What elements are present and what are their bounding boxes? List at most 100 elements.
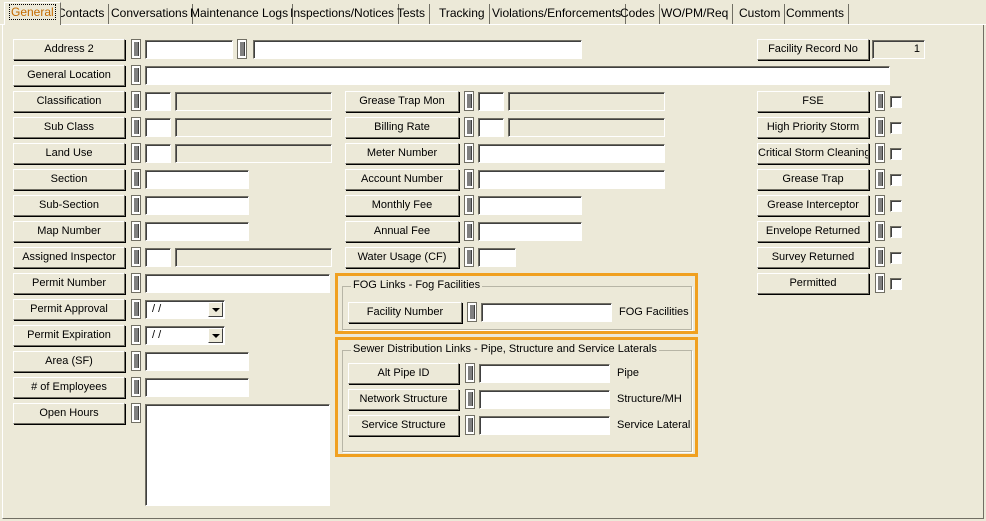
grip-icon[interactable]: [131, 169, 141, 189]
grip-icon[interactable]: [464, 221, 474, 241]
monthly-fee-button[interactable]: Monthly Fee: [345, 195, 459, 216]
permit-expiration-button[interactable]: Permit Expiration: [13, 325, 125, 346]
address2-button[interactable]: Address 2: [13, 39, 125, 60]
grip-icon[interactable]: [464, 169, 474, 189]
employees-field[interactable]: [145, 378, 249, 397]
grip-icon[interactable]: [465, 363, 475, 383]
grip-icon[interactable]: [131, 117, 141, 137]
network-structure-field[interactable]: [479, 390, 610, 409]
grip-icon[interactable]: [131, 273, 141, 293]
grease-trap-mon-code-field[interactable]: [478, 92, 504, 111]
grip-icon[interactable]: [131, 377, 141, 397]
grip-icon[interactable]: [131, 351, 141, 371]
employees-button[interactable]: # of Employees: [13, 377, 125, 398]
service-structure-field[interactable]: [479, 416, 610, 435]
assigned-inspector-button[interactable]: Assigned Inspector: [13, 247, 125, 268]
general-location-button[interactable]: General Location: [13, 65, 125, 86]
permitted-button[interactable]: Permitted: [757, 273, 869, 294]
open-hours-textarea[interactable]: [145, 404, 330, 506]
high-priority-storm-checkbox[interactable]: [890, 122, 902, 134]
assigned-inspector-code-field[interactable]: [145, 248, 171, 267]
grip-icon[interactable]: [875, 117, 885, 137]
grip-icon[interactable]: [131, 143, 141, 163]
account-number-button[interactable]: Account Number: [345, 169, 459, 190]
survey-returned-checkbox[interactable]: [890, 252, 902, 264]
sub-class-button[interactable]: Sub Class: [13, 117, 125, 138]
permitted-checkbox[interactable]: [890, 278, 902, 290]
tab-custom[interactable]: Custom: [735, 4, 786, 24]
grip-icon[interactable]: [875, 169, 885, 189]
tab-comments[interactable]: Comments: [782, 4, 850, 24]
address2-field-2[interactable]: [253, 40, 582, 59]
water-usage-button[interactable]: Water Usage (CF): [345, 247, 459, 268]
grip-icon[interactable]: [237, 39, 247, 59]
grip-icon[interactable]: [131, 221, 141, 241]
envelope-returned-checkbox[interactable]: [890, 226, 902, 238]
land-use-code-field[interactable]: [145, 144, 171, 163]
grip-icon[interactable]: [464, 143, 474, 163]
open-hours-button[interactable]: Open Hours: [13, 403, 125, 424]
grip-icon[interactable]: [875, 247, 885, 267]
tab-maintenance-logs[interactable]: Maintenance Logs: [186, 4, 294, 24]
dropdown-arrow-icon[interactable]: [208, 328, 223, 343]
grip-icon[interactable]: [131, 403, 141, 423]
grip-icon[interactable]: [465, 415, 475, 435]
fse-button[interactable]: FSE: [757, 91, 869, 112]
section-field[interactable]: [145, 170, 249, 189]
grease-trap-button[interactable]: Grease Trap: [757, 169, 869, 190]
tab-tracking[interactable]: Tracking: [435, 4, 490, 24]
tab-inspections-notices[interactable]: Inspections/Notices: [286, 4, 400, 24]
alt-pipe-id-button[interactable]: Alt Pipe ID: [348, 363, 459, 384]
permit-expiration-date[interactable]: / /: [145, 326, 225, 345]
classification-button[interactable]: Classification: [13, 91, 125, 112]
map-number-field[interactable]: [145, 222, 249, 241]
sub-section-field[interactable]: [145, 196, 249, 215]
grip-icon[interactable]: [131, 299, 141, 319]
billing-rate-code-field[interactable]: [478, 118, 504, 137]
high-priority-storm-button[interactable]: High Priority Storm: [757, 117, 869, 138]
grip-icon[interactable]: [875, 273, 885, 293]
grip-icon[interactable]: [464, 117, 474, 137]
network-structure-button[interactable]: Network Structure: [348, 389, 459, 410]
annual-fee-button[interactable]: Annual Fee: [345, 221, 459, 242]
meter-number-field[interactable]: [478, 144, 665, 163]
critical-storm-cleaning-button[interactable]: Critical Storm Cleaning: [757, 143, 869, 164]
grip-icon[interactable]: [875, 195, 885, 215]
grip-icon[interactable]: [467, 302, 477, 322]
section-button[interactable]: Section: [13, 169, 125, 190]
general-location-field[interactable]: [145, 66, 890, 85]
grip-icon[interactable]: [464, 91, 474, 111]
grip-icon[interactable]: [465, 389, 475, 409]
sub-class-code-field[interactable]: [145, 118, 171, 137]
grip-icon[interactable]: [464, 247, 474, 267]
critical-storm-cleaning-checkbox[interactable]: [890, 148, 902, 160]
tab-contacts[interactable]: Contacts: [53, 4, 110, 24]
grip-icon[interactable]: [131, 91, 141, 111]
facility-record-no-button[interactable]: Facility Record No: [757, 39, 869, 60]
permit-number-button[interactable]: Permit Number: [13, 273, 125, 294]
sub-section-button[interactable]: Sub-Section: [13, 195, 125, 216]
monthly-fee-field[interactable]: [478, 196, 582, 215]
billing-rate-button[interactable]: Billing Rate: [345, 117, 459, 138]
permit-approval-button[interactable]: Permit Approval: [13, 299, 125, 320]
tab-tests[interactable]: Tests: [393, 4, 431, 24]
grip-icon[interactable]: [131, 39, 141, 59]
grip-icon[interactable]: [131, 65, 141, 85]
area-button[interactable]: Area (SF): [13, 351, 125, 372]
envelope-returned-button[interactable]: Envelope Returned: [757, 221, 869, 242]
dropdown-arrow-icon[interactable]: [208, 302, 223, 317]
tab-conversations[interactable]: Conversations: [107, 4, 193, 24]
grip-icon[interactable]: [131, 247, 141, 267]
grip-icon[interactable]: [875, 143, 885, 163]
land-use-button[interactable]: Land Use: [13, 143, 125, 164]
grease-trap-checkbox[interactable]: [890, 174, 902, 186]
grip-icon[interactable]: [464, 195, 474, 215]
grip-icon[interactable]: [875, 221, 885, 241]
area-field[interactable]: [145, 352, 249, 371]
alt-pipe-id-field[interactable]: [479, 364, 610, 383]
tab-violations-enforcements[interactable]: Violations/Enforcements: [488, 4, 627, 24]
survey-returned-button[interactable]: Survey Returned: [757, 247, 869, 268]
grease-interceptor-checkbox[interactable]: [890, 200, 902, 212]
grease-interceptor-button[interactable]: Grease Interceptor: [757, 195, 869, 216]
tab-codes[interactable]: Codes: [616, 4, 660, 24]
